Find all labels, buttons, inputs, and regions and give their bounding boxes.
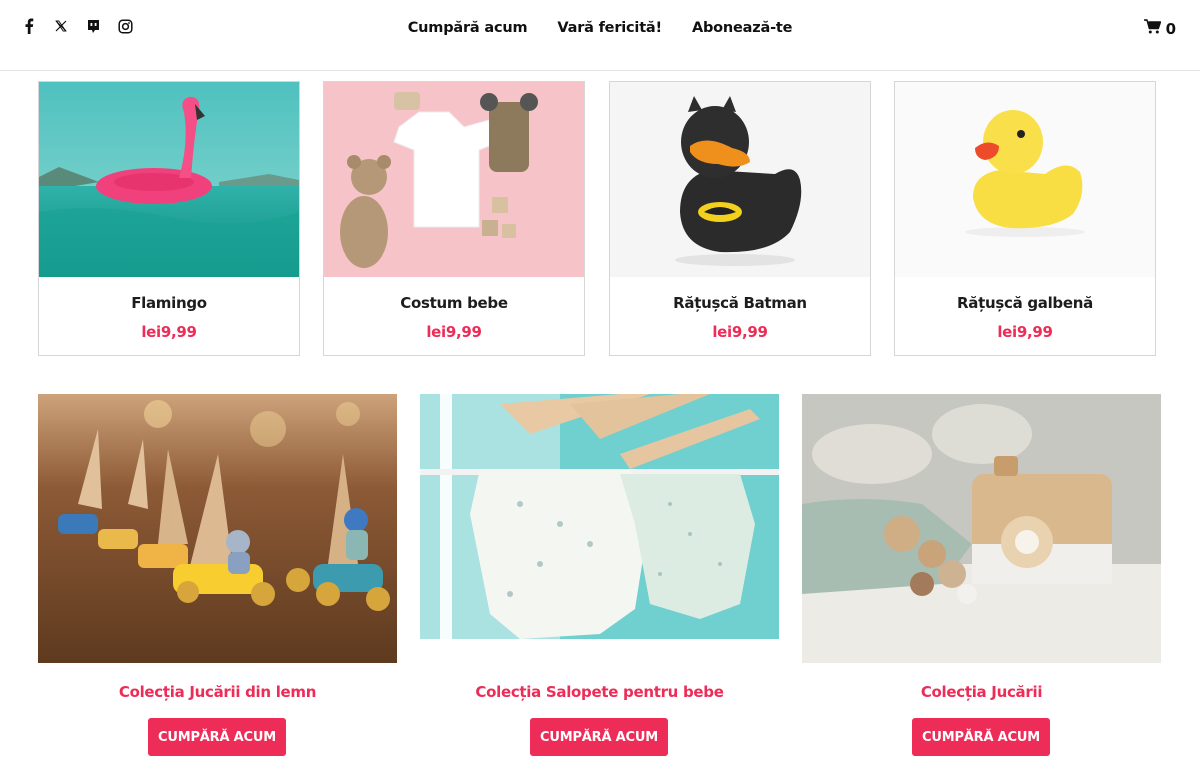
product-name[interactable]: Rățușcă galbenă: [895, 294, 1155, 312]
cart-count: 0: [1165, 19, 1176, 38]
product-price: lei9,99: [426, 323, 482, 341]
nav-item-shop-now[interactable]: Cumpără acum: [408, 20, 528, 36]
collection-image[interactable]: [802, 394, 1161, 663]
shop-now-button[interactable]: CUMPĂRĂ ACUM: [530, 718, 668, 756]
product-price: lei9,99: [997, 323, 1053, 341]
shop-now-button[interactable]: CUMPĂRĂ ACUM: [912, 718, 1050, 756]
cart-icon: [1143, 19, 1161, 38]
product-image-baby-outfit[interactable]: [324, 82, 584, 277]
product-image-flamingo[interactable]: [39, 82, 299, 277]
product-card[interactable]: Rățușcă galbenă lei9,99: [894, 81, 1156, 356]
nav-item-subscribe[interactable]: Abonează-te: [692, 20, 793, 36]
product-image-batman-duck[interactable]: [610, 82, 870, 277]
product-card[interactable]: Costum bebe lei9,99: [323, 81, 585, 356]
product-name[interactable]: Rățușcă Batman: [610, 294, 870, 312]
collection-title[interactable]: Colecția Salopete pentru bebe: [420, 683, 779, 701]
main-nav: Cumpără acum Vară fericită! Abonează-te: [0, 20, 1200, 36]
collection-baby-rompers: Colecția Salopete pentru bebe CUMPĂRĂ AC…: [420, 394, 779, 756]
product-card[interactable]: Flamingo lei9,99: [38, 81, 300, 356]
site-header: Cumpără acum Vară fericită! Abonează-te …: [0, 0, 1200, 71]
product-name[interactable]: Flamingo: [39, 294, 299, 312]
cart-button[interactable]: 0: [1143, 19, 1176, 38]
shop-now-button[interactable]: CUMPĂRĂ ACUM: [148, 718, 286, 756]
collection-image[interactable]: [420, 394, 779, 663]
product-price: lei9,99: [712, 323, 768, 341]
collection-toys: Colecția Jucării CUMPĂRĂ ACUM: [802, 394, 1161, 756]
collection-image[interactable]: [38, 394, 397, 663]
collection-title[interactable]: Colecția Jucării: [802, 683, 1161, 701]
nav-item-happy-summer[interactable]: Vară fericită!: [557, 20, 662, 36]
product-image-yellow-duck[interactable]: [895, 82, 1155, 277]
collection-title[interactable]: Colecția Jucării din lemn: [38, 683, 397, 701]
collection-wooden-toys: Colecția Jucării din lemn CUMPĂRĂ ACUM: [38, 394, 397, 756]
product-price: lei9,99: [141, 323, 197, 341]
product-card[interactable]: Rățușcă Batman lei9,99: [609, 81, 871, 356]
product-name[interactable]: Costum bebe: [324, 294, 584, 312]
